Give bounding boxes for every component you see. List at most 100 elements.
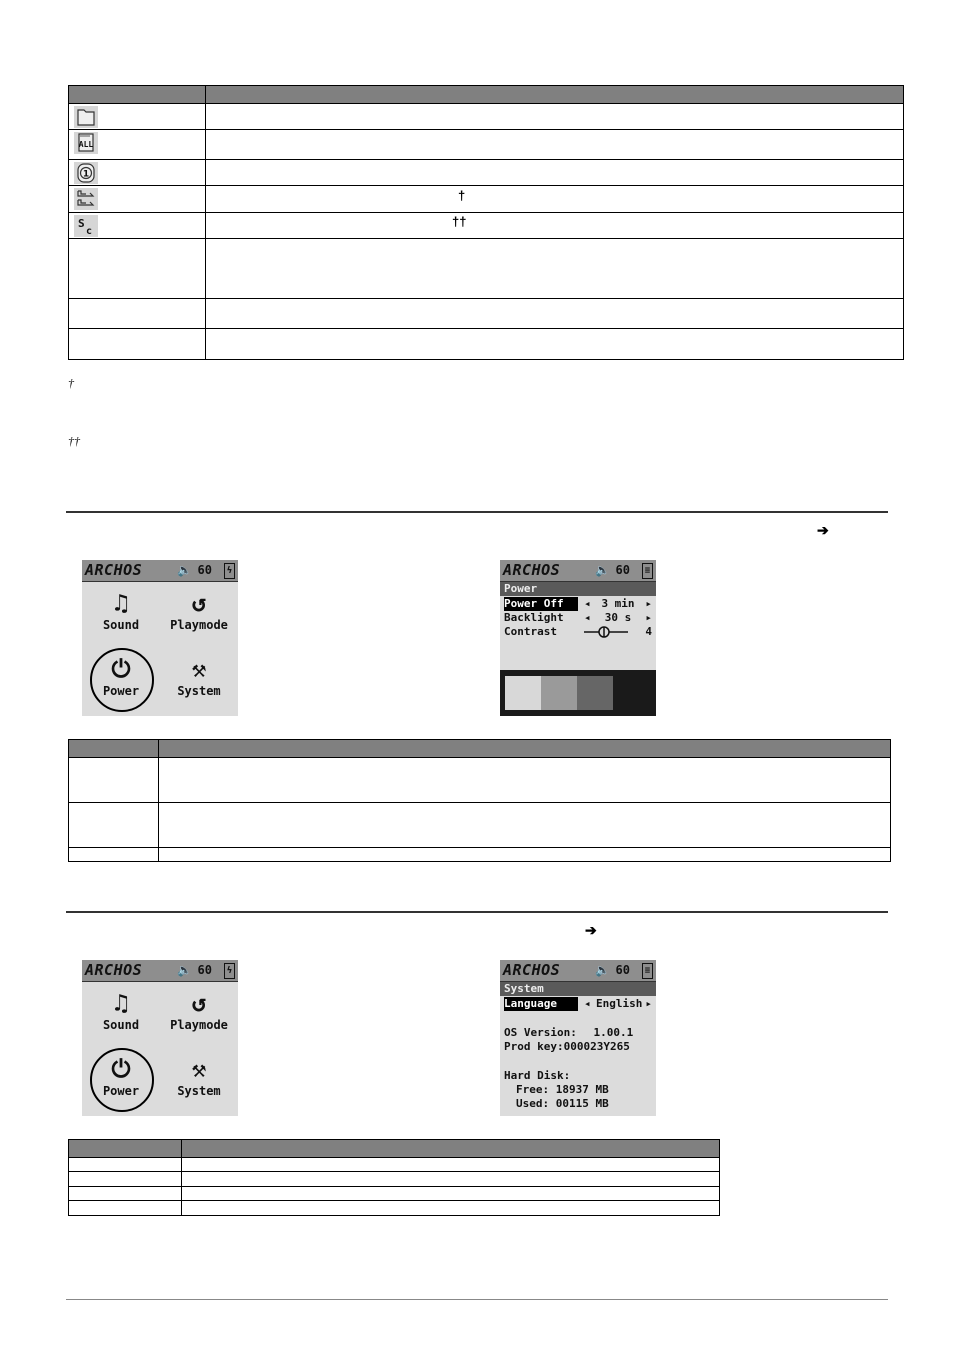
table-row <box>68 757 891 803</box>
volume-level: 60 <box>615 963 630 977</box>
table-row: ALL <box>68 129 904 160</box>
free-space-row: Free: 18937 MB <box>516 1083 609 1097</box>
table-row <box>68 1171 720 1187</box>
table-row: † <box>68 185 904 213</box>
contrast-swatch-light <box>505 676 541 710</box>
menu-item-playmode[interactable]: ↺ Playmode <box>164 588 234 632</box>
setting-backlight[interactable]: Backlight ◂ 30 s ▸ <box>504 611 654 625</box>
os-version-value: 1.00.1 <box>593 1026 634 1039</box>
status-bar: ARCHOS 🔈 60 ϟ <box>82 960 238 982</box>
main-menu-screen: ARCHOS 🔈 60 ϟ ♫ Sound ↺ Playmode ⏻ Power… <box>82 960 238 1116</box>
desc-cell <box>205 103 904 130</box>
label-cell <box>68 757 159 803</box>
desc-cell: †† <box>205 212 904 239</box>
menu-item-sound[interactable]: ♫ Sound <box>86 988 156 1032</box>
desc-cell <box>205 328 904 360</box>
system-settings-screen: ARCHOS 🔈 60 ≡ System Language ◂ English … <box>500 960 656 1116</box>
table-row <box>68 1186 720 1201</box>
desc-cell <box>181 1200 720 1216</box>
arrow-right-icon[interactable]: ▸ <box>645 611 652 625</box>
arrow-right-icon[interactable]: ▸ <box>645 997 652 1011</box>
speaker-icon: 🔈 <box>595 963 610 977</box>
svg-text:1: 1 <box>83 170 89 180</box>
brand-logo: ARCHOS <box>503 961 561 979</box>
desc-cell <box>158 757 891 803</box>
arrow-left-icon[interactable]: ◂ <box>584 611 591 625</box>
label-cell <box>68 1200 182 1216</box>
status-bar: ARCHOS 🔈 60 ≡ <box>500 560 656 582</box>
setting-contrast[interactable]: Contrast 4 <box>504 625 654 639</box>
setting-power-off[interactable]: Power Off ◂ 3 min ▸ <box>504 597 654 611</box>
table-row <box>68 1157 720 1172</box>
speaker-icon: 🔈 <box>177 963 192 977</box>
table-row <box>68 802 891 848</box>
desc-cell <box>181 1171 720 1187</box>
queue-icon <box>74 188 98 210</box>
header-cell <box>68 1139 182 1158</box>
arrow-right-icon: ➔ <box>585 922 597 938</box>
used-space-row: Used: 00115 MB <box>516 1097 609 1111</box>
desc-cell <box>181 1157 720 1172</box>
footnote-mark: † <box>458 188 466 203</box>
table-row <box>68 298 904 329</box>
system-settings-table <box>68 1139 720 1216</box>
brand-logo: ARCHOS <box>85 961 143 979</box>
contrast-swatch-dark <box>577 676 613 710</box>
used-label: Used: <box>516 1097 550 1110</box>
screen-title: System <box>500 982 656 996</box>
volume-level: 60 <box>197 563 212 577</box>
arrow-right-icon[interactable]: ▸ <box>645 597 652 611</box>
battery-icon: ϟ <box>224 963 235 979</box>
highlight-circle <box>90 648 154 712</box>
header-cell <box>158 739 891 758</box>
icon-cell <box>68 103 206 130</box>
desc-cell <box>181 1186 720 1201</box>
desc-cell <box>158 847 891 862</box>
menu-item-system[interactable]: ⚒ System <box>164 1054 234 1098</box>
table-header-row <box>68 85 904 104</box>
all-repeat-icon: ALL <box>74 132 98 154</box>
section-divider <box>66 911 888 913</box>
header-cell <box>205 85 904 104</box>
section-divider <box>66 511 888 513</box>
table-header-row <box>68 739 891 758</box>
battery-icon: ≡ <box>642 963 653 979</box>
setting-label: Power Off <box>504 597 578 611</box>
status-bar: ARCHOS 🔈 60 ϟ <box>82 560 238 582</box>
desc-cell <box>205 298 904 329</box>
screen-title: Power <box>500 582 656 596</box>
label-cell <box>68 1186 182 1201</box>
sound-icon: ♫ <box>113 589 129 617</box>
free-label: Free: <box>516 1083 550 1096</box>
volume-level: 60 <box>197 963 212 977</box>
label-cell <box>68 847 159 862</box>
playmode-icons-table: ALL 1 † Sc †† <box>68 85 904 360</box>
arrow-left-icon[interactable]: ◂ <box>584 997 591 1011</box>
value-text: English <box>596 997 643 1010</box>
menu-item-playmode[interactable]: ↺ Playmode <box>164 988 234 1032</box>
svg-text:S: S <box>78 217 85 230</box>
footnote-2: †† <box>68 434 80 449</box>
label-cell <box>68 1171 182 1187</box>
contrast-swatch-mid <box>541 676 577 710</box>
prod-key-value: 000023Y265 <box>563 1040 630 1053</box>
menu-item-label: Playmode <box>170 1018 228 1032</box>
speaker-icon: 🔈 <box>595 563 610 577</box>
setting-language[interactable]: Language ◂ English ▸ <box>504 997 654 1011</box>
brand-logo: ARCHOS <box>503 561 561 579</box>
prod-key-label: Prod key: <box>504 1040 564 1053</box>
arrow-left-icon[interactable]: ◂ <box>584 597 591 611</box>
main-menu-screen: ARCHOS 🔈 60 ϟ ♫ Sound ↺ Playmode ⏻ Power… <box>82 560 238 716</box>
menu-item-system[interactable]: ⚒ System <box>164 654 234 698</box>
footnote-mark: †† <box>68 434 80 448</box>
menu-item-sound[interactable]: ♫ Sound <box>86 588 156 632</box>
label-cell <box>68 1157 182 1172</box>
contrast-value: 4 <box>645 625 652 638</box>
icon-cell: Sc <box>68 212 206 239</box>
table-row <box>68 103 904 130</box>
slider-track[interactable] <box>584 625 634 639</box>
label-cell <box>68 298 206 329</box>
playmode-icon: ↺ <box>191 589 207 617</box>
used-value: 00115 MB <box>555 1097 609 1110</box>
free-value: 18937 MB <box>555 1083 609 1096</box>
